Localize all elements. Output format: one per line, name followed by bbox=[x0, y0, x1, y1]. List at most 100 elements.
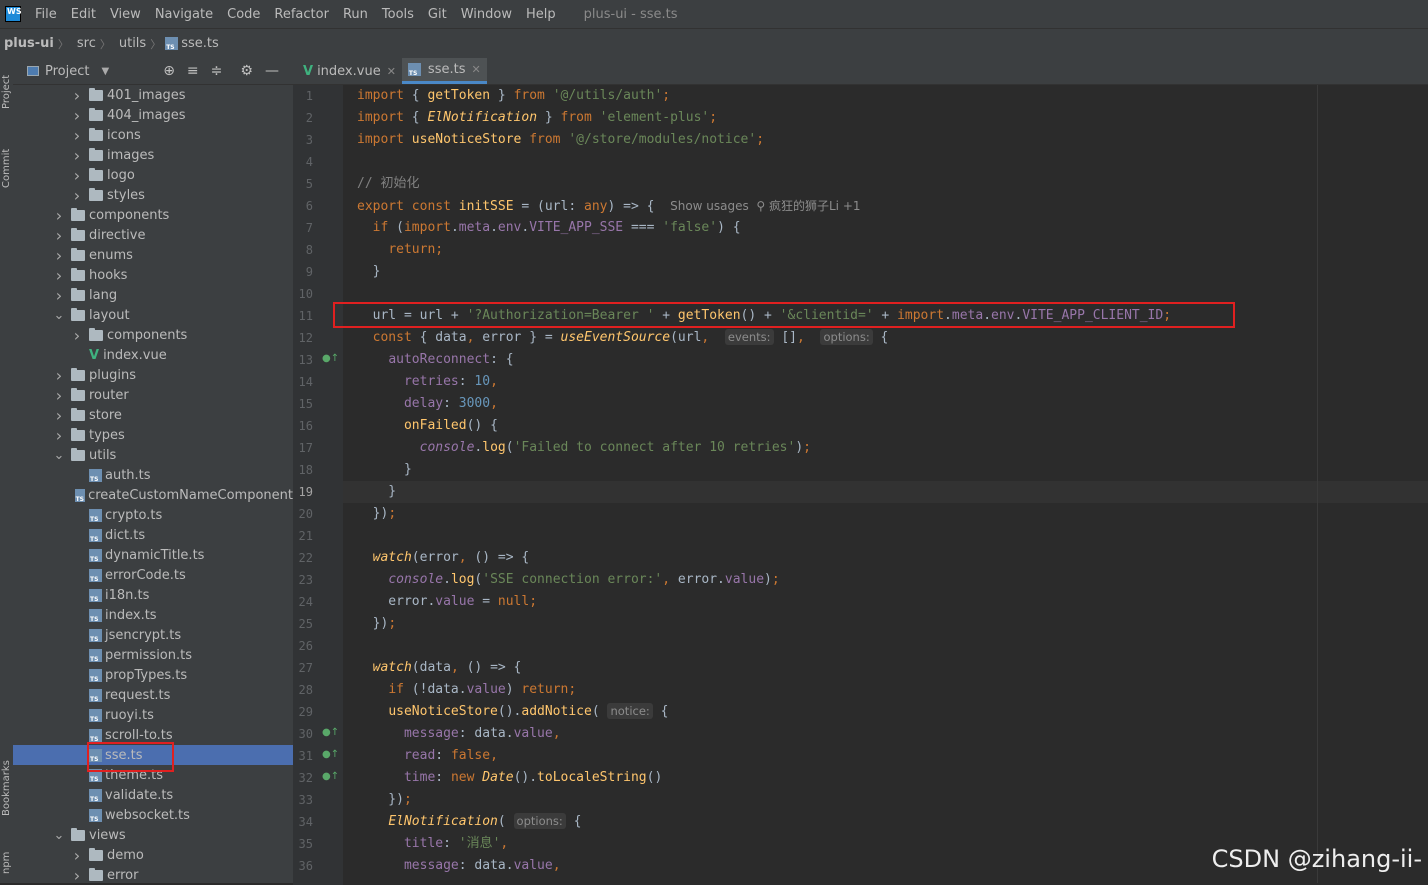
menu-help[interactable]: Help bbox=[526, 7, 556, 22]
menu-code[interactable]: Code bbox=[227, 7, 260, 22]
chevron-right-icon[interactable]: › bbox=[53, 286, 65, 305]
code-line[interactable]: if (!data.value) return; bbox=[357, 679, 576, 701]
tree-file-item[interactable]: ruoyi.ts bbox=[13, 705, 293, 725]
menu-view[interactable]: View bbox=[110, 7, 141, 22]
code-line[interactable]: } bbox=[357, 459, 412, 481]
chevron-down-icon[interactable]: ⌄ bbox=[53, 308, 65, 323]
tree-file-item[interactable]: websocket.ts bbox=[13, 805, 293, 825]
close-icon[interactable]: ✕ bbox=[471, 63, 480, 76]
line-number-gutter[interactable]: 1 2 3 4 5 6 7 8 9 10 11 12 13 ●↑ 14 15 16 17 18 19 20 21 22 23 2… bbox=[293, 85, 343, 885]
chevron-right-icon[interactable]: › bbox=[53, 206, 65, 225]
chevron-right-icon[interactable]: › bbox=[71, 846, 83, 865]
code-line[interactable]: useNoticeStore().addNotice( notice: { bbox=[357, 701, 668, 723]
tree-folder-item[interactable]: › 404_images bbox=[13, 105, 293, 125]
implementation-marker-icon[interactable]: ●↑ bbox=[322, 727, 339, 738]
tree-file-item[interactable]: errorCode.ts bbox=[13, 565, 293, 585]
collapse-all-icon[interactable]: ≑ bbox=[211, 63, 223, 79]
tree-file-item[interactable]: createCustomNameComponent bbox=[13, 485, 293, 505]
menu-tools[interactable]: Tools bbox=[382, 7, 414, 22]
code-line[interactable]: autoReconnect: { bbox=[357, 349, 513, 371]
code-line[interactable]: } bbox=[357, 481, 396, 503]
tree-file-item[interactable]: jsencrypt.ts bbox=[13, 625, 293, 645]
chevron-right-icon[interactable]: › bbox=[71, 126, 83, 145]
chevron-right-icon[interactable]: › bbox=[53, 266, 65, 285]
hide-icon[interactable]: — bbox=[265, 63, 279, 79]
breadcrumb-project[interactable]: plus-ui bbox=[4, 36, 54, 51]
implementation-marker-icon[interactable]: ●↑ bbox=[322, 749, 339, 760]
gear-icon[interactable]: ⚙ bbox=[240, 63, 253, 79]
menu-window[interactable]: Window bbox=[461, 7, 512, 22]
code-line[interactable]: }); bbox=[357, 613, 397, 635]
locate-icon[interactable]: ⊕ bbox=[163, 63, 175, 79]
tree-folder-item[interactable]: › lang bbox=[13, 285, 293, 305]
menu-navigate[interactable]: Navigate bbox=[155, 7, 213, 22]
tree-folder-item[interactable]: › styles bbox=[13, 185, 293, 205]
code-line[interactable]: message: data.value, bbox=[357, 855, 561, 877]
tree-file-item[interactable]: propTypes.ts bbox=[13, 665, 293, 685]
chevron-right-icon[interactable]: › bbox=[53, 406, 65, 425]
tree-file-item[interactable]: dict.ts bbox=[13, 525, 293, 545]
tree-folder-item[interactable]: › images bbox=[13, 145, 293, 165]
chevron-right-icon[interactable]: › bbox=[53, 426, 65, 445]
tree-folder-item[interactable]: › plugins bbox=[13, 365, 293, 385]
tree-folder-item[interactable]: › components bbox=[13, 205, 293, 225]
menu-run[interactable]: Run bbox=[343, 7, 368, 22]
code-line[interactable]: } bbox=[357, 261, 381, 283]
tree-file-item[interactable]: index.ts bbox=[13, 605, 293, 625]
code-line[interactable]: console.log('Failed to connect after 10 … bbox=[357, 437, 811, 459]
code-line[interactable]: read: false, bbox=[357, 745, 498, 767]
code-line[interactable]: }); bbox=[357, 789, 412, 811]
expand-all-icon[interactable]: ≡ bbox=[187, 63, 199, 79]
tree-file-item[interactable]: auth.ts bbox=[13, 465, 293, 485]
code-line[interactable]: time: new Date().toLocaleString() bbox=[357, 767, 662, 789]
tree-folder-item[interactable]: ⌄ utils bbox=[13, 445, 293, 465]
code-line[interactable]: console.log('SSE connection error:', err… bbox=[357, 569, 779, 591]
tree-folder-item[interactable]: › router bbox=[13, 385, 293, 405]
npm-tool-tab[interactable]: npm bbox=[0, 848, 13, 878]
breadcrumb-utils[interactable]: utils bbox=[119, 36, 146, 51]
chevron-down-icon[interactable]: ▼ bbox=[101, 66, 109, 77]
chevron-down-icon[interactable]: ⌄ bbox=[53, 448, 65, 463]
code-line[interactable]: watch(error, () => { bbox=[357, 547, 530, 569]
tree-folder-item[interactable]: › icons bbox=[13, 125, 293, 145]
implementation-marker-icon[interactable]: ●↑ bbox=[322, 771, 339, 782]
tree-folder-item[interactable]: › store bbox=[13, 405, 293, 425]
chevron-right-icon[interactable]: › bbox=[53, 226, 65, 245]
code-line[interactable]: if (import.meta.env.VITE_APP_SSE === 'fa… bbox=[357, 217, 741, 239]
tree-file-item[interactable]: Vindex.vue bbox=[13, 345, 293, 365]
project-tool-tab[interactable]: Project bbox=[0, 62, 13, 122]
code-line[interactable]: delay: 3000, bbox=[357, 393, 498, 415]
code-line[interactable]: import useNoticeStore from '@/store/modu… bbox=[357, 129, 764, 151]
code-line[interactable]: watch(data, () => { bbox=[357, 657, 522, 679]
tree-file-item[interactable]: crypto.ts bbox=[13, 505, 293, 525]
project-panel-title[interactable]: Project bbox=[45, 64, 89, 79]
chevron-right-icon[interactable]: › bbox=[71, 166, 83, 185]
code-area[interactable]: import { getToken } from '@/utils/auth';… bbox=[343, 85, 1428, 885]
tree-folder-item[interactable]: › demo bbox=[13, 845, 293, 865]
chevron-right-icon[interactable]: › bbox=[71, 326, 83, 345]
commit-tool-tab[interactable]: Commit bbox=[0, 138, 13, 198]
chevron-right-icon[interactable]: › bbox=[53, 246, 65, 265]
tree-folder-item[interactable]: › error bbox=[13, 865, 293, 885]
tree-folder-item[interactable]: ⌄ layout bbox=[13, 305, 293, 325]
chevron-down-icon[interactable]: ⌄ bbox=[53, 828, 65, 843]
implementation-marker-icon[interactable]: ●↑ bbox=[322, 353, 339, 364]
tree-file-item[interactable]: request.ts bbox=[13, 685, 293, 705]
code-line[interactable]: const { data, error } = useEventSource(u… bbox=[357, 327, 888, 349]
chevron-right-icon[interactable]: › bbox=[71, 106, 83, 125]
chevron-right-icon[interactable]: › bbox=[71, 146, 83, 165]
chevron-right-icon[interactable]: › bbox=[71, 866, 83, 885]
code-line[interactable]: ElNotification( options: { bbox=[357, 811, 581, 833]
tree-file-item[interactable]: permission.ts bbox=[13, 645, 293, 665]
menu-git[interactable]: Git bbox=[428, 7, 447, 22]
tree-folder-item[interactable]: › logo bbox=[13, 165, 293, 185]
tree-folder-item[interactable]: › 401_images bbox=[13, 85, 293, 105]
menu-edit[interactable]: Edit bbox=[71, 7, 96, 22]
chevron-right-icon[interactable]: › bbox=[53, 366, 65, 385]
tab-sse-ts[interactable]: sse.ts ✕ bbox=[401, 58, 487, 84]
code-line[interactable]: import { ElNotification } from 'element-… bbox=[357, 107, 717, 129]
tree-file-item[interactable]: dynamicTitle.ts bbox=[13, 545, 293, 565]
tree-folder-item[interactable]: ⌄ views bbox=[13, 825, 293, 845]
close-icon[interactable]: ✕ bbox=[387, 65, 396, 78]
code-line[interactable]: // 初始化 bbox=[357, 173, 419, 195]
